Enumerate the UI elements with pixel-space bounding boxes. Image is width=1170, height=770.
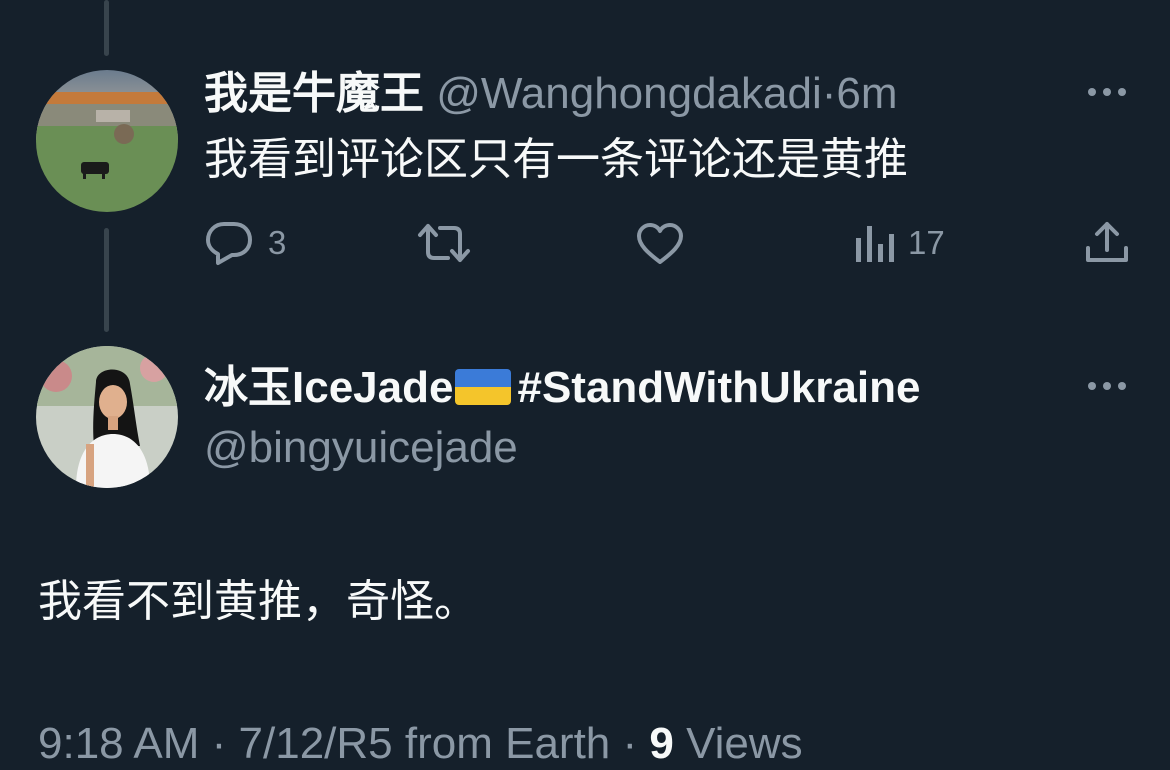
separator-dot: · [610, 719, 650, 768]
avatar[interactable] [36, 346, 178, 488]
share-icon [1086, 222, 1128, 262]
author-handle[interactable]: @Wanghongdakadi [436, 69, 822, 118]
author-name[interactable]: 冰玉IceJade [204, 363, 453, 412]
avatar[interactable] [36, 70, 178, 212]
thread-line-bottom [104, 228, 109, 332]
tweet-text: 我看不到黄推，奇怪。 [38, 577, 478, 626]
timestamp[interactable]: 6m [836, 69, 897, 118]
separator-dot: · [821, 69, 837, 118]
tweet-time[interactable]: 9:18 AM [38, 719, 199, 768]
views-button[interactable]: 17 [854, 222, 945, 264]
more-dots-icon [1088, 382, 1126, 390]
author-handle-text: @bingyuicejade [204, 423, 518, 472]
main-tweet-header: 冰玉IceJade #StandWithUkraine [204, 364, 920, 412]
tweet-source: from Earth [392, 719, 611, 768]
thread-line-top [104, 0, 109, 56]
views-count: 17 [908, 224, 945, 261]
author-handle[interactable]: @bingyuicejade [204, 424, 518, 472]
tweet-metadata: 9:18 AM · 7/12/R5 from Earth · 9 Views [38, 718, 803, 770]
like-button[interactable] [636, 222, 698, 266]
ukraine-flag-icon [455, 369, 512, 405]
reply-icon [206, 222, 252, 265]
separator-dot: · [199, 719, 239, 768]
analytics-icon [856, 226, 894, 262]
retweet-button[interactable] [416, 222, 486, 264]
landscape-avatar-image [36, 70, 178, 212]
views-count[interactable]: 9 [649, 719, 673, 768]
reply-tweet-header: 我是牛魔王 @Wanghongdakadi·6m [204, 70, 898, 118]
tweet-date[interactable]: 7/12/R5 [239, 719, 393, 768]
share-button[interactable] [1084, 220, 1130, 266]
retweet-icon [418, 224, 470, 262]
more-dots-icon [1088, 88, 1126, 96]
reply-button[interactable]: 3 [204, 220, 286, 266]
more-options-button[interactable] [1086, 376, 1130, 396]
reply-count: 3 [268, 224, 287, 261]
views-label[interactable]: Views [674, 719, 803, 768]
author-name[interactable]: 我是牛魔王 [204, 69, 424, 118]
more-options-button[interactable] [1086, 82, 1130, 102]
profile-photo-avatar-image [36, 346, 178, 488]
hashtag-link[interactable]: #StandWithUkraine [517, 363, 920, 412]
heart-icon [637, 223, 683, 264]
tweet-text: 我看到评论区只有一条评论还是黄推 [204, 135, 908, 184]
